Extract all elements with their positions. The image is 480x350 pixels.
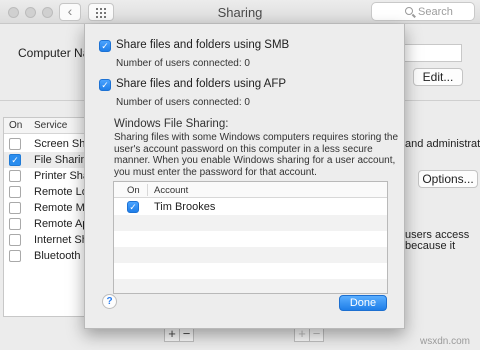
service-checkbox[interactable]	[9, 186, 21, 198]
service-column-header: Service	[34, 120, 68, 131]
computer-name-label: Computer Name:	[18, 46, 84, 60]
service-checkbox-checked[interactable]: ✓	[9, 154, 21, 166]
account-table-header: On Account	[114, 182, 387, 198]
service-checkbox[interactable]	[9, 218, 21, 230]
grid-icon[interactable]	[88, 3, 114, 21]
windows-sharing-heading: Windows File Sharing:	[114, 118, 229, 130]
empty-row	[114, 247, 387, 263]
options-button[interactable]: Options...	[418, 170, 478, 188]
minimize-window-button[interactable]	[25, 7, 36, 18]
account-table: On Account ✓ Tim Brookes	[113, 181, 388, 294]
service-table-header: On Service	[4, 118, 86, 134]
service-row[interactable]: Remote Apple Events	[4, 216, 86, 232]
service-row[interactable]: Internet Sharing	[4, 232, 86, 248]
service-row[interactable]: Bluetooth Sharing	[4, 248, 86, 264]
windows-sharing-description: Sharing files with some Windows computer…	[114, 132, 399, 178]
access-text-because: because it	[405, 240, 456, 252]
window-title: Sharing	[217, 5, 263, 20]
zoom-window-button[interactable]	[42, 7, 53, 18]
afp-checkbox[interactable]: ✓	[99, 79, 111, 91]
service-checkbox[interactable]	[9, 170, 21, 182]
account-row[interactable]: ✓ Tim Brookes	[114, 199, 387, 215]
service-table: On Service Screen Sharing ✓ File Sharing…	[3, 117, 87, 317]
add-user-button[interactable]: +	[295, 327, 309, 341]
service-name: Printer Sharing	[34, 170, 86, 182]
account-column-header: Account	[154, 185, 189, 196]
watermark: wsxdn.com	[420, 336, 471, 347]
service-name: Bluetooth Sharing	[34, 250, 86, 262]
access-text-admins: and administrators	[405, 138, 480, 150]
smb-users-connected: Number of users connected: 0	[116, 58, 250, 69]
on-column-header: On	[127, 185, 140, 196]
empty-row	[114, 215, 387, 231]
remove-user-button[interactable]: −	[309, 327, 323, 341]
on-column-header: On	[9, 120, 23, 131]
service-name: File Sharing	[34, 154, 86, 166]
service-checkbox[interactable]	[9, 234, 21, 246]
add-button[interactable]: +	[165, 327, 179, 341]
service-name: Screen Sharing	[34, 138, 86, 150]
computer-name-field[interactable]	[400, 44, 462, 62]
service-name: Remote Login	[34, 186, 86, 198]
search-placeholder: Search	[418, 6, 453, 18]
search-icon	[405, 7, 413, 15]
service-name: Internet Sharing	[34, 234, 86, 246]
service-checkbox[interactable]	[9, 138, 21, 150]
smb-checkbox[interactable]: ✓	[99, 40, 111, 52]
service-checkbox[interactable]	[9, 250, 21, 262]
service-name: Remote Apple Events	[34, 218, 86, 230]
service-row[interactable]: Remote Management	[4, 200, 86, 216]
service-row[interactable]: Remote Login	[4, 184, 86, 200]
edit-button[interactable]: Edit...	[413, 68, 463, 86]
account-checkbox[interactable]: ✓	[127, 201, 139, 213]
service-name: Remote Management	[34, 202, 86, 214]
service-checkbox[interactable]	[9, 202, 21, 214]
afp-label: Share files and folders using AFP	[116, 78, 287, 90]
empty-row	[114, 279, 387, 293]
close-window-button[interactable]	[8, 7, 19, 18]
smb-label: Share files and folders using SMB	[116, 39, 290, 51]
service-row[interactable]: Screen Sharing	[4, 136, 86, 152]
remove-button[interactable]: −	[179, 327, 193, 341]
afp-users-connected: Number of users connected: 0	[116, 97, 250, 108]
file-sharing-options-sheet: ✓ Share files and folders using SMB Numb…	[84, 24, 405, 329]
service-row[interactable]: Printer Sharing	[4, 168, 86, 184]
help-button[interactable]: ?	[102, 294, 117, 309]
service-row-selected[interactable]: ✓ File Sharing	[4, 152, 86, 168]
empty-row	[114, 263, 387, 279]
search-input[interactable]: Search	[371, 2, 475, 21]
title-bar: ‹ Sharing Search	[0, 0, 480, 24]
empty-row	[114, 231, 387, 247]
done-button[interactable]: Done	[339, 295, 387, 311]
back-button[interactable]: ‹	[59, 3, 81, 21]
column-divider	[147, 184, 148, 196]
account-name: Tim Brookes	[154, 201, 216, 213]
